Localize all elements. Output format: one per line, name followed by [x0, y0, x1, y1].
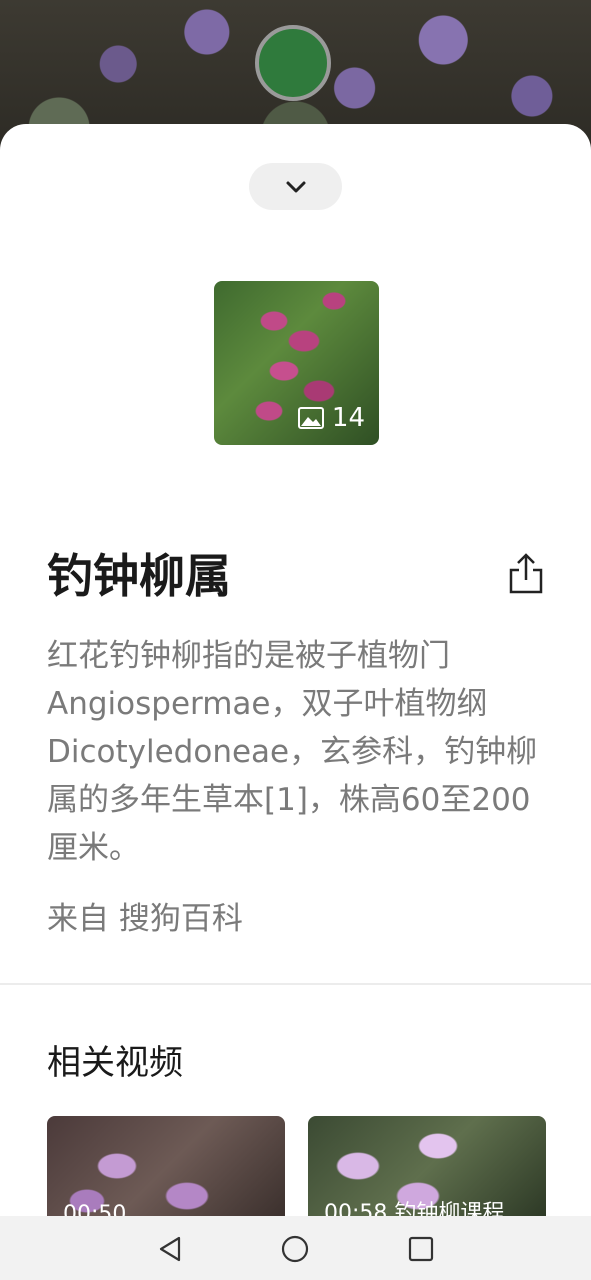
related-video-card[interactable]: 00:58 钓钟柳课程: [308, 1116, 546, 1221]
chevron-down-icon: [286, 181, 305, 192]
circle-home-icon[interactable]: [280, 1234, 310, 1264]
system-nav-bar: [0, 1216, 591, 1280]
image-count-badge: 14: [297, 403, 365, 433]
share-button[interactable]: [506, 550, 546, 596]
shutter-button[interactable]: [255, 25, 331, 101]
triangle-back-icon[interactable]: [155, 1234, 185, 1264]
image-count: 14: [331, 403, 365, 433]
plant-title: 钓钟柳属: [47, 549, 231, 603]
source-label[interactable]: 来自 搜狗百科: [47, 893, 243, 938]
share-icon: [509, 553, 543, 594]
collapse-sheet-button[interactable]: [249, 163, 342, 210]
related-video-card[interactable]: 00:50: [47, 1116, 285, 1221]
related-videos-heading: 相关视频: [47, 1043, 183, 1083]
section-divider: [0, 983, 591, 985]
plant-description: 红花钓钟柳指的是被子植物门Angiospermae，双子叶植物纲Dicotyle…: [47, 638, 538, 866]
square-recents-icon[interactable]: [406, 1234, 436, 1264]
plant-thumbnail[interactable]: 14: [214, 281, 379, 445]
image-icon: [297, 407, 324, 429]
